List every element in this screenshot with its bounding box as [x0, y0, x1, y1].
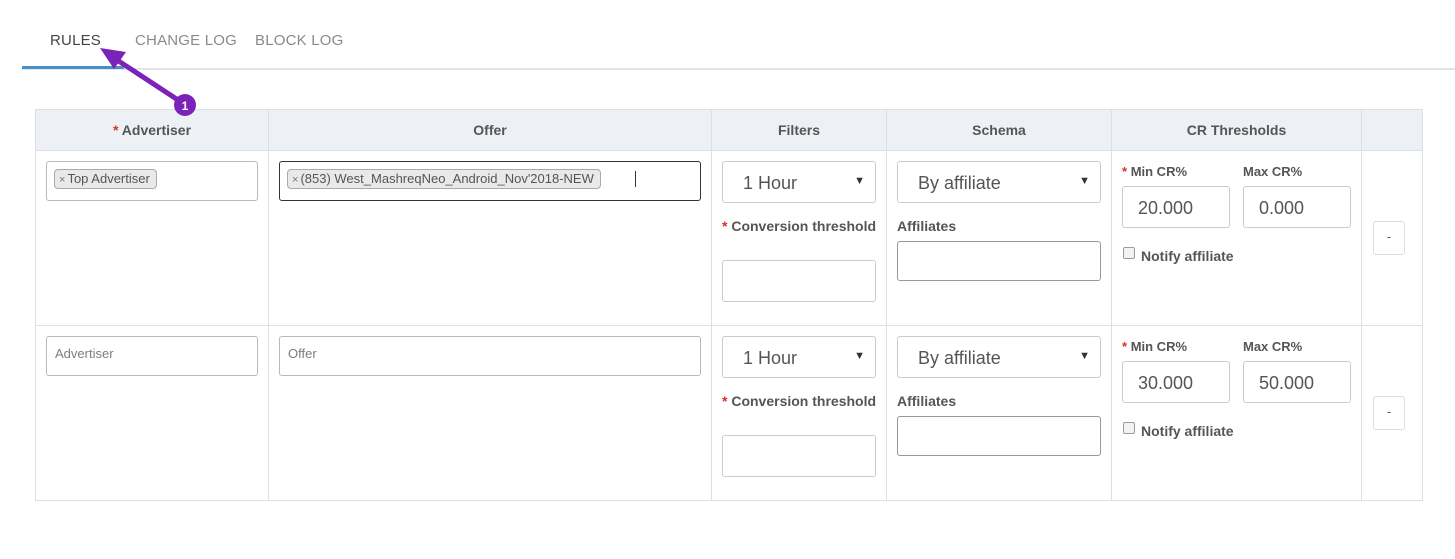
- advertiser-select[interactable]: × Top Advertiser: [46, 161, 258, 201]
- schema-cell: By affiliate ▼ Affiliates: [886, 325, 1112, 501]
- min-cr-text: Min CR%: [1130, 164, 1188, 179]
- actions-cell: -: [1361, 325, 1423, 501]
- cr-thresholds-cell: * Min CR% Max CR% 20.000 0.000 Notify af…: [1111, 150, 1362, 326]
- advertiser-tag-label: Top Advertiser: [67, 171, 150, 186]
- notify-affiliate-label: Notify affiliate: [1141, 248, 1234, 264]
- required-mark: *: [1122, 339, 1128, 354]
- dropdown-arrow-icon: ▼: [1079, 175, 1090, 187]
- text-cursor: [635, 171, 636, 187]
- max-cr-label: Max CR%: [1243, 164, 1303, 179]
- conversion-threshold-label: * Conversion threshold: [722, 217, 876, 236]
- tab-rules[interactable]: RULES: [50, 32, 101, 49]
- notify-affiliate-checkbox[interactable]: [1123, 422, 1135, 434]
- header-filters: Filters: [711, 109, 887, 151]
- advertiser-cell: × Top Advertiser: [35, 150, 269, 326]
- filters-cell: 1 Hour ▼ * Conversion threshold: [711, 150, 887, 326]
- min-cr-input[interactable]: 30.000: [1122, 361, 1230, 403]
- affiliates-label: Affiliates: [897, 393, 957, 409]
- max-cr-label: Max CR%: [1243, 339, 1303, 354]
- filter-period-value: 1 Hour: [743, 348, 798, 368]
- table-row: Advertiser Offer 1 Hour ▼ * Conversion t…: [35, 325, 1423, 501]
- offer-tag: × (853) West_MashreqNeo_Android_Nov'2018-…: [287, 169, 601, 189]
- min-cr-value: 30.000: [1138, 373, 1194, 393]
- header-advertiser: * Advertiser: [35, 109, 269, 151]
- header-cr-thresholds: CR Thresholds: [1111, 109, 1362, 151]
- required-mark: *: [1122, 164, 1128, 179]
- required-mark: *: [112, 122, 119, 138]
- conversion-threshold-input[interactable]: [722, 260, 876, 302]
- conversion-threshold-text: Conversion threshold: [731, 218, 877, 234]
- tag-remove-icon[interactable]: ×: [292, 174, 298, 186]
- header-schema: Schema: [886, 109, 1112, 151]
- notify-affiliate-checkbox[interactable]: [1123, 247, 1135, 259]
- dropdown-arrow-icon: ▼: [854, 350, 865, 362]
- advertiser-tag: × Top Advertiser: [54, 169, 157, 189]
- advertiser-placeholder: Advertiser: [55, 346, 114, 361]
- dropdown-arrow-icon: ▼: [854, 175, 865, 187]
- schema-cell: By affiliate ▼ Affiliates: [886, 150, 1112, 326]
- cr-thresholds-cell: * Min CR% Max CR% 30.000 50.000 Notify a…: [1111, 325, 1362, 501]
- dropdown-arrow-icon: ▼: [1079, 350, 1090, 362]
- table-row: × Top Advertiser × (853) West_MashreqNeo_A…: [35, 150, 1423, 326]
- max-cr-value: 0.000: [1259, 198, 1305, 218]
- required-mark: *: [722, 218, 728, 234]
- min-cr-text: Min CR%: [1130, 339, 1188, 354]
- header-advertiser-label: Advertiser: [121, 122, 192, 138]
- max-cr-input[interactable]: 0.000: [1243, 186, 1351, 228]
- schema-select[interactable]: By affiliate ▼: [897, 161, 1101, 203]
- filter-period-value: 1 Hour: [743, 173, 798, 193]
- conversion-threshold-input[interactable]: [722, 435, 876, 477]
- required-mark: *: [722, 393, 728, 409]
- header-offer: Offer: [268, 109, 712, 151]
- tag-remove-icon[interactable]: ×: [59, 174, 65, 186]
- max-cr-value: 50.000: [1259, 373, 1315, 393]
- schema-select[interactable]: By affiliate ▼: [897, 336, 1101, 378]
- min-cr-value: 20.000: [1138, 198, 1194, 218]
- filter-period-select[interactable]: 1 Hour ▼: [722, 161, 876, 203]
- schema-value: By affiliate: [918, 173, 1001, 193]
- min-cr-label: * Min CR%: [1122, 162, 1187, 181]
- remove-row-button[interactable]: -: [1373, 396, 1405, 430]
- tab-bar: RULES CHANGE LOG BLOCK LOG: [22, 0, 1455, 70]
- offer-placeholder: Offer: [288, 346, 317, 361]
- conversion-threshold-label: * Conversion threshold: [722, 392, 876, 411]
- header-actions: [1361, 109, 1423, 151]
- table-header-row: * Advertiser Offer Filters Schema CR Thr…: [35, 109, 1423, 151]
- tab-change-log[interactable]: CHANGE LOG: [135, 32, 237, 49]
- affiliates-input[interactable]: [897, 241, 1101, 281]
- actions-cell: -: [1361, 150, 1423, 326]
- affiliates-label: Affiliates: [897, 218, 957, 234]
- affiliates-input[interactable]: [897, 416, 1101, 456]
- offer-select[interactable]: Offer: [279, 336, 701, 376]
- schema-value: By affiliate: [918, 348, 1001, 368]
- offer-cell: × (853) West_MashreqNeo_Android_Nov'2018-…: [268, 150, 712, 326]
- filters-cell: 1 Hour ▼ * Conversion threshold: [711, 325, 887, 501]
- offer-cell: Offer: [268, 325, 712, 501]
- rules-table: * Advertiser Offer Filters Schema CR Thr…: [35, 109, 1423, 501]
- notify-affiliate-label: Notify affiliate: [1141, 423, 1234, 439]
- active-tab-indicator: [22, 66, 124, 69]
- tab-block-log[interactable]: BLOCK LOG: [255, 32, 344, 49]
- max-cr-input[interactable]: 50.000: [1243, 361, 1351, 403]
- offer-select[interactable]: × (853) West_MashreqNeo_Android_Nov'2018-…: [279, 161, 701, 201]
- min-cr-label: * Min CR%: [1122, 337, 1187, 356]
- conversion-threshold-text: Conversion threshold: [731, 393, 877, 409]
- remove-row-button[interactable]: -: [1373, 221, 1405, 255]
- advertiser-cell: Advertiser: [35, 325, 269, 501]
- offer-tag-label: (853) West_MashreqNeo_Android_Nov'2018-N…: [300, 171, 594, 186]
- min-cr-input[interactable]: 20.000: [1122, 186, 1230, 228]
- filter-period-select[interactable]: 1 Hour ▼: [722, 336, 876, 378]
- advertiser-select[interactable]: Advertiser: [46, 336, 258, 376]
